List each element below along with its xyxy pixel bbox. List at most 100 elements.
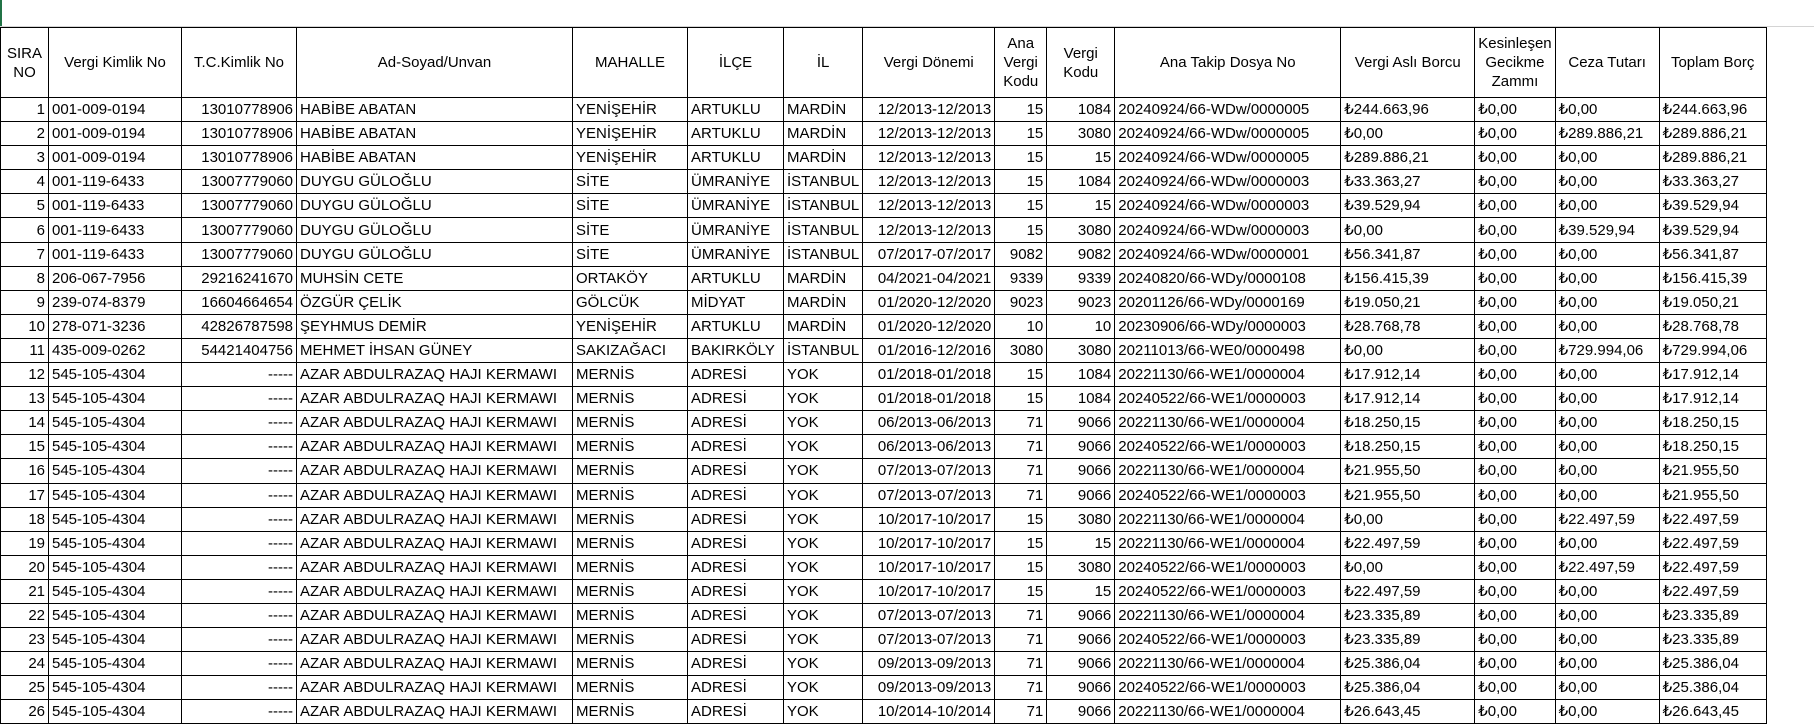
cell-vergi-kimlik-no[interactable]: 545-105-4304 — [48, 554, 182, 580]
cell-gecikme-zammi[interactable]: ₺0,00 — [1474, 482, 1556, 508]
cell-vergi-kimlik-no[interactable]: 001-119-6433 — [48, 217, 182, 243]
header-il[interactable]: İL — [782, 27, 864, 98]
cell-ceza-tutari[interactable]: ₺0,00 — [1554, 410, 1660, 436]
cell-sira-no[interactable]: 8 — [0, 265, 49, 291]
cell-ilce[interactable]: ARTUKLU — [687, 96, 784, 123]
cell-vergi-kodu[interactable]: 15 — [1046, 530, 1116, 556]
cell-vergi-kodu[interactable]: 9066 — [1046, 699, 1116, 724]
cell-mahalle[interactable]: ORTAKÖY — [572, 265, 688, 291]
cell-ceza-tutari[interactable]: ₺0,00 — [1554, 602, 1660, 629]
cell-toplam-borc[interactable]: ₺289.886,21 — [1658, 145, 1767, 171]
cell-ana-takip-dosya-no[interactable]: 20240924/66-WDw/0000001 — [1114, 241, 1342, 267]
cell-ad-soyad[interactable]: HABİBE ABATAN — [296, 145, 573, 171]
cell-vergi-kimlik-no[interactable]: 001-009-0194 — [48, 96, 182, 123]
cell-tc-kimlik-no[interactable]: ----- — [181, 578, 297, 604]
cell-ana-takip-dosya-no[interactable]: 20240522/66-WE1/0000003 — [1114, 434, 1342, 460]
cell-gecikme-zammi[interactable]: ₺0,00 — [1474, 193, 1556, 219]
cell-vergi-kimlik-no[interactable]: 001-119-6433 — [48, 241, 182, 267]
cell-vergi-asli-borcu[interactable]: ₺0,00 — [1340, 554, 1476, 580]
cell-ilce[interactable]: ADRESİ — [687, 410, 784, 436]
cell-ilce[interactable]: ADRESİ — [687, 578, 784, 604]
header-tc-kimlik-no[interactable]: T.C.Kimlik No — [181, 27, 297, 98]
cell-tc-kimlik-no[interactable]: ----- — [181, 482, 297, 508]
cell-sira-no[interactable]: 3 — [0, 145, 49, 171]
cell-sira-no[interactable]: 24 — [0, 651, 49, 677]
cell-vergi-asli-borcu[interactable]: ₺39.529,94 — [1340, 193, 1476, 219]
cell-ana-vergi-kodu[interactable]: 71 — [994, 410, 1048, 436]
cell-ana-takip-dosya-no[interactable]: 20221130/66-WE1/0000004 — [1114, 410, 1342, 436]
cell-sira-no[interactable]: 6 — [0, 217, 49, 243]
cell-gecikme-zammi[interactable]: ₺0,00 — [1474, 241, 1556, 267]
cell-ceza-tutari[interactable]: ₺0,00 — [1554, 482, 1660, 508]
cell-vergi-donemi[interactable]: 09/2013-09/2013 — [862, 651, 996, 677]
cell-vergi-donemi[interactable]: 10/2017-10/2017 — [862, 578, 996, 604]
cell-ilce[interactable]: ÜMRANİYE — [687, 169, 784, 195]
cell-vergi-kodu[interactable]: 15 — [1046, 193, 1116, 219]
cell-vergi-asli-borcu[interactable]: ₺25.386,04 — [1340, 651, 1476, 677]
cell-gecikme-zammi[interactable]: ₺0,00 — [1474, 217, 1556, 243]
cell-toplam-borc[interactable]: ₺28.768,78 — [1658, 313, 1767, 339]
cell-vergi-kimlik-no[interactable]: 545-105-4304 — [48, 386, 182, 412]
cell-tc-kimlik-no[interactable]: ----- — [181, 506, 297, 532]
cell-gecikme-zammi[interactable]: ₺0,00 — [1474, 145, 1556, 171]
cell-toplam-borc[interactable]: ₺244.663,96 — [1658, 96, 1767, 123]
cell-mahalle[interactable]: SAKIZAĞACI — [572, 337, 688, 364]
cell-vergi-kimlik-no[interactable]: 545-105-4304 — [48, 362, 182, 388]
cell-ana-vergi-kodu[interactable]: 15 — [994, 193, 1048, 219]
cell-vergi-kimlik-no[interactable]: 545-105-4304 — [48, 458, 182, 484]
cell-ana-takip-dosya-no[interactable]: 20240522/66-WE1/0000003 — [1114, 675, 1342, 701]
cell-il[interactable]: YOK — [782, 434, 864, 460]
cell-vergi-donemi[interactable]: 06/2013-06/2013 — [862, 410, 996, 436]
cell-ana-takip-dosya-no[interactable]: 20240924/66-WDw/0000005 — [1114, 96, 1342, 123]
cell-mahalle[interactable]: MERNİS — [572, 699, 688, 724]
cell-sira-no[interactable]: 9 — [0, 289, 49, 315]
cell-vergi-kimlik-no[interactable]: 545-105-4304 — [48, 578, 182, 604]
cell-ana-vergi-kodu[interactable]: 9023 — [994, 289, 1048, 315]
cell-vergi-kodu[interactable]: 10 — [1046, 313, 1116, 339]
cell-tc-kimlik-no[interactable]: 54421404756 — [181, 337, 297, 364]
cell-mahalle[interactable]: SİTE — [572, 241, 688, 267]
cell-vergi-kodu[interactable]: 3080 — [1046, 217, 1116, 243]
cell-mahalle[interactable]: MERNİS — [572, 506, 688, 532]
cell-gecikme-zammi[interactable]: ₺0,00 — [1474, 578, 1556, 604]
cell-vergi-kimlik-no[interactable]: 545-105-4304 — [48, 506, 182, 532]
cell-sira-no[interactable]: 1 — [0, 96, 49, 123]
header-ana-takip-dosya-no[interactable]: Ana Takip Dosya No — [1114, 27, 1342, 98]
cell-ceza-tutari[interactable]: ₺0,00 — [1554, 193, 1660, 219]
cell-sira-no[interactable]: 2 — [0, 121, 49, 147]
cell-il[interactable]: YOK — [782, 362, 864, 388]
cell-ana-takip-dosya-no[interactable]: 20230906/66-WDy/0000003 — [1114, 313, 1342, 339]
cell-gecikme-zammi[interactable]: ₺0,00 — [1474, 313, 1556, 339]
cell-ilce[interactable]: ÜMRANİYE — [687, 217, 784, 243]
cell-ilce[interactable]: ADRESİ — [687, 554, 784, 580]
cell-vergi-kodu[interactable]: 9066 — [1046, 651, 1116, 677]
cell-tc-kimlik-no[interactable]: 13010778906 — [181, 121, 297, 147]
cell-vergi-kodu[interactable]: 9066 — [1046, 602, 1116, 629]
cell-ana-vergi-kodu[interactable]: 71 — [994, 602, 1048, 629]
cell-vergi-kodu[interactable]: 9023 — [1046, 289, 1116, 315]
cell-ad-soyad[interactable]: AZAR ABDULRAZAQ HAJI KERMAWI — [296, 434, 573, 460]
cell-ceza-tutari[interactable]: ₺729.994,06 — [1554, 337, 1660, 364]
cell-vergi-kimlik-no[interactable]: 545-105-4304 — [48, 699, 182, 724]
cell-ad-soyad[interactable]: AZAR ABDULRAZAQ HAJI KERMAWI — [296, 482, 573, 508]
cell-vergi-donemi[interactable]: 04/2021-04/2021 — [862, 265, 996, 291]
cell-il[interactable]: İSTANBUL — [782, 337, 864, 364]
cell-toplam-borc[interactable]: ₺39.529,94 — [1658, 193, 1767, 219]
cell-sira-no[interactable]: 13 — [0, 386, 49, 412]
cell-ad-soyad[interactable]: AZAR ABDULRAZAQ HAJI KERMAWI — [296, 602, 573, 629]
cell-ana-takip-dosya-no[interactable]: 20221130/66-WE1/0000004 — [1114, 651, 1342, 677]
cell-vergi-asli-borcu[interactable]: ₺21.955,50 — [1340, 482, 1476, 508]
cell-il[interactable]: İSTANBUL — [782, 193, 864, 219]
cell-toplam-borc[interactable]: ₺22.497,59 — [1658, 506, 1767, 532]
cell-mahalle[interactable]: SİTE — [572, 217, 688, 243]
header-gecikme-zammi[interactable]: Kesinleşen Gecikme Zammı — [1474, 27, 1556, 98]
cell-mahalle[interactable]: YENİŞEHİR — [572, 145, 688, 171]
cell-ilce[interactable]: MİDYAT — [687, 289, 784, 315]
header-vergi-kodu[interactable]: Vergi Kodu — [1046, 27, 1116, 98]
cell-gecikme-zammi[interactable]: ₺0,00 — [1474, 627, 1556, 653]
cell-ana-takip-dosya-no[interactable]: 20240924/66-WDw/0000003 — [1114, 193, 1342, 219]
cell-ilce[interactable]: ADRESİ — [687, 386, 784, 412]
cell-mahalle[interactable]: MERNİS — [572, 578, 688, 604]
cell-toplam-borc[interactable]: ₺22.497,59 — [1658, 554, 1767, 580]
cell-sira-no[interactable]: 20 — [0, 554, 49, 580]
